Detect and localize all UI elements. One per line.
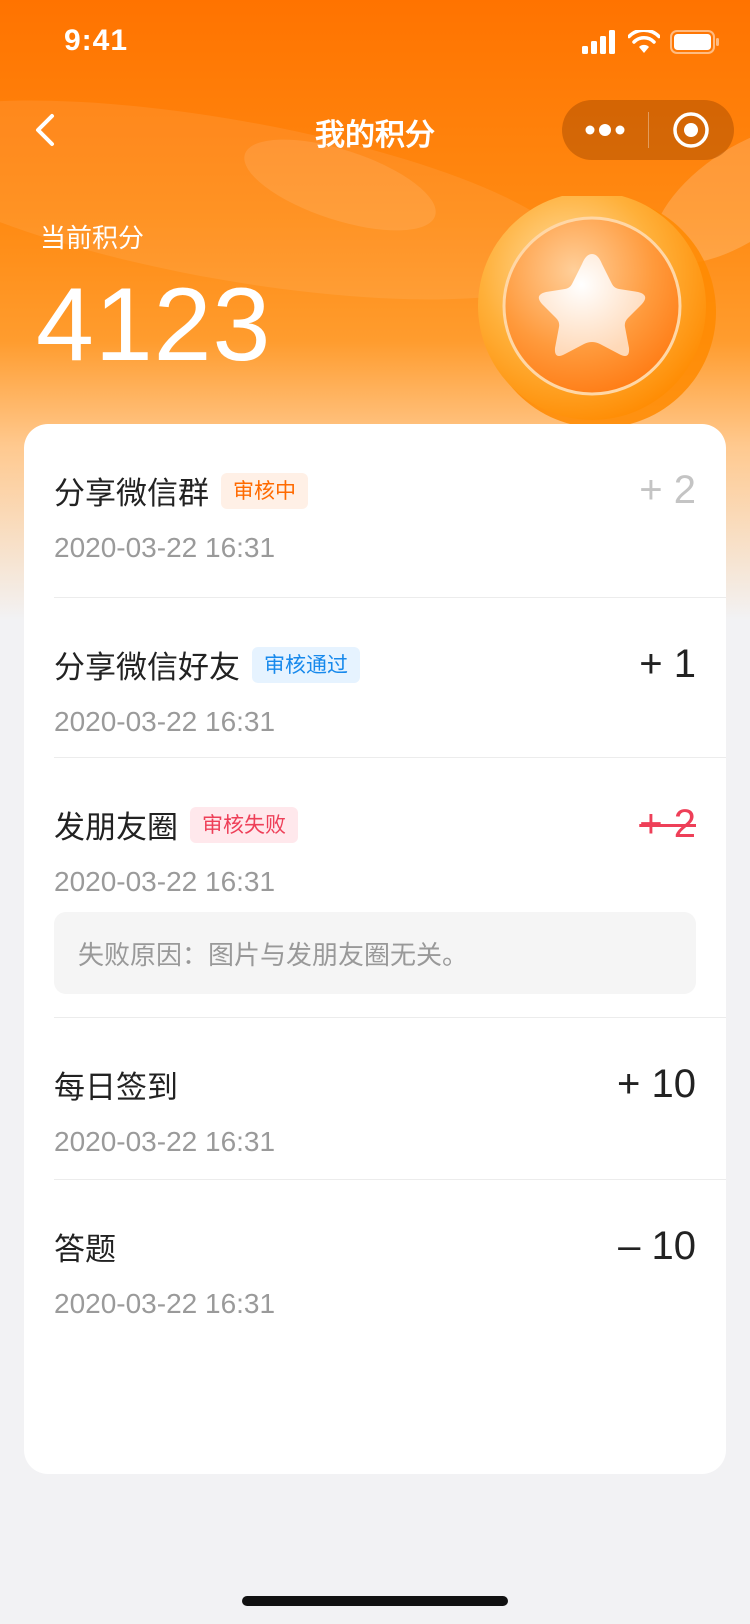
fail-reason-box: 失败原因：图片与发朋友圈无关。 (54, 912, 696, 994)
list-item[interactable]: 分享微信好友 审核通过 2020-03-22 16:31 + 1 (24, 598, 726, 758)
points-record-list: 分享微信群 审核中 2020-03-22 16:31 + 2 分享微信好友 审核… (24, 424, 726, 1474)
home-indicator (242, 1596, 508, 1606)
list-item[interactable]: 答题 2020-03-22 16:31 – 10 (24, 1180, 726, 1350)
record-title-row: 发朋友圈 审核失败 (54, 802, 298, 847)
record-points: + 2 (639, 802, 696, 846)
record-title: 发朋友圈 (54, 810, 178, 846)
record-date: 2020-03-22 16:31 (54, 1126, 276, 1157)
status-bar: 9:41 (0, 0, 750, 88)
fail-reason-text: 失败原因：图片与发朋友圈无关。 (78, 940, 469, 971)
close-button[interactable] (649, 100, 735, 160)
record-date: 2020-03-22 16:31 (54, 866, 276, 897)
list-item[interactable]: 每日签到 2020-03-22 16:31 + 10 (24, 1018, 726, 1180)
star-coin-icon (478, 196, 716, 428)
mini-program-capsule (562, 100, 734, 160)
record-points: + 1 (639, 642, 696, 686)
record-points: + 2 (639, 468, 696, 512)
signal-icon (582, 30, 615, 54)
record-title: 分享微信好友 (54, 650, 240, 686)
record-date: 2020-03-22 16:31 (54, 1288, 276, 1319)
list-item[interactable]: 发朋友圈 审核失败 2020-03-22 16:31 + 2 失败原因：图片与发… (24, 758, 726, 1018)
record-title: 分享微信群 (54, 476, 209, 512)
record-title-row: 答题 (54, 1224, 116, 1269)
more-button[interactable] (562, 100, 648, 160)
record-points: + 10 (617, 1062, 696, 1106)
record-title-row: 分享微信群 审核中 (54, 468, 308, 513)
list-item[interactable]: 分享微信群 审核中 2020-03-22 16:31 + 2 (24, 424, 726, 598)
status-badge: 审核中 (221, 472, 308, 509)
record-title: 每日签到 (54, 1070, 178, 1106)
status-badge: 审核通过 (252, 646, 360, 683)
battery-icon (670, 30, 719, 54)
points-value: 4123 (36, 267, 272, 383)
status-badge: 审核失败 (190, 806, 298, 843)
record-date: 2020-03-22 16:31 (54, 532, 276, 563)
target-close-icon (673, 112, 709, 148)
more-dots-icon (585, 124, 625, 136)
record-title: 答题 (54, 1232, 116, 1268)
record-title-row: 每日签到 (54, 1062, 178, 1107)
record-points: – 10 (618, 1224, 696, 1268)
record-title-row: 分享微信好友 审核通过 (54, 642, 360, 687)
status-icons (582, 30, 720, 54)
points-label: 当前积分 (40, 224, 145, 254)
nav-bar: 我的积分 (0, 96, 750, 164)
record-date: 2020-03-22 16:31 (54, 706, 276, 737)
status-time: 9:41 (64, 24, 129, 57)
wifi-icon (628, 30, 660, 53)
